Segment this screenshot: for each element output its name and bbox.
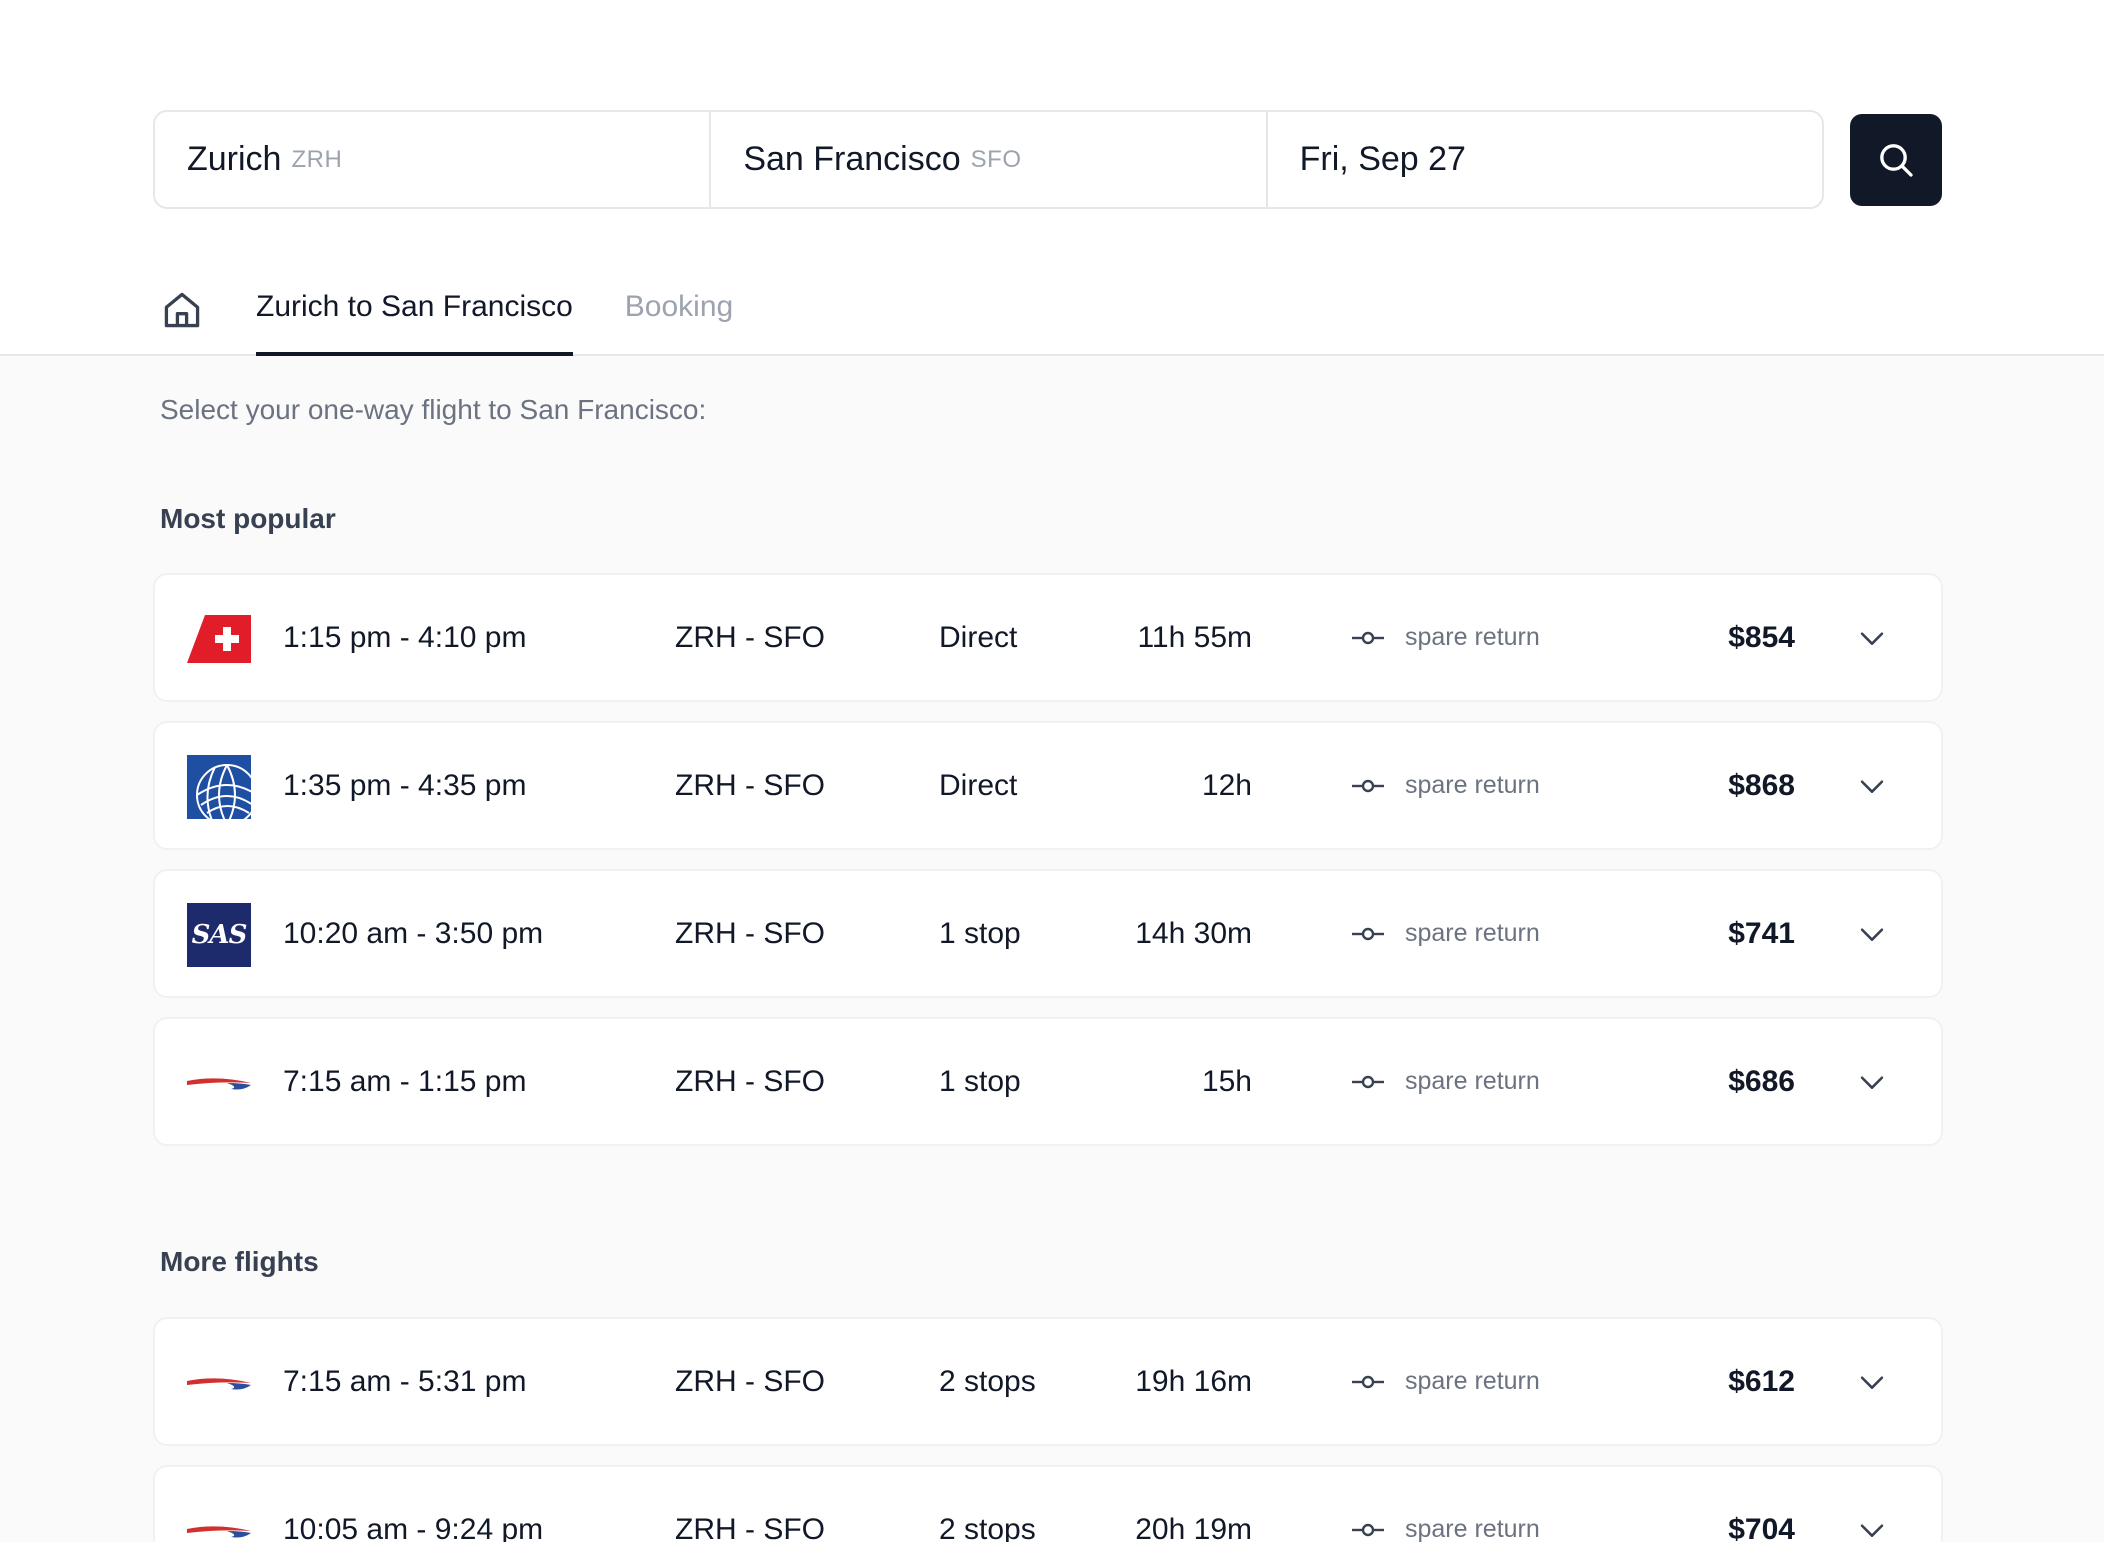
flight-row[interactable]: SAS 10:20 am - 3:50 pm ZRH - SFO 1 stop …	[153, 869, 1943, 998]
destination-code: SFO	[970, 145, 1022, 173]
date-value: Fri, Sep 27	[1299, 140, 1466, 178]
flight-row[interactable]: 1:15 pm - 4:10 pm ZRH - SFO Direct 11h 5…	[153, 573, 1943, 702]
swiss-logo-icon	[187, 607, 251, 671]
commit-icon	[1352, 1375, 1384, 1388]
spare-return: spare return	[1351, 1319, 1540, 1444]
flight-row[interactable]: 7:15 am - 1:15 pm ZRH - SFO 1 stop 15h s…	[153, 1017, 1943, 1146]
commit-icon	[1352, 1523, 1384, 1536]
flight-price: $854	[1728, 621, 1795, 654]
flight-time: 10:05 am - 9:24 pm	[283, 1513, 544, 1542]
flight-duration: 11h 55m	[1137, 621, 1252, 654]
commit-icon	[1352, 1075, 1384, 1088]
flight-duration: 19h 16m	[1135, 1365, 1252, 1398]
flight-time: 1:35 pm - 4:35 pm	[283, 769, 527, 802]
flight-duration: 20h 19m	[1135, 1513, 1252, 1542]
chevron-down-icon[interactable]	[1855, 1513, 1889, 1542]
origin-field[interactable]: Zurich ZRH	[155, 112, 712, 207]
flight-stops: Direct	[939, 769, 1018, 802]
commit-icon	[1352, 631, 1384, 644]
flight-stops: 2 stops	[939, 1365, 1036, 1398]
spare-return-label: spare return	[1405, 1515, 1540, 1542]
spare-return-label: spare return	[1405, 623, 1540, 651]
flight-route: ZRH - SFO	[675, 1065, 825, 1098]
breadcrumb-tabs: Zurich to San Francisco Booking	[160, 280, 785, 356]
search-icon	[1880, 144, 1913, 177]
spare-return: spare return	[1351, 1467, 1540, 1542]
flight-route: ZRH - SFO	[675, 769, 825, 802]
flight-stops: 2 stops	[939, 1513, 1036, 1542]
commit-icon	[1352, 779, 1384, 792]
origin-city: Zurich	[187, 140, 282, 178]
spare-return: spare return	[1351, 575, 1540, 700]
flight-price: $704	[1728, 1513, 1795, 1542]
flight-row[interactable]: 10:05 am - 9:24 pm ZRH - SFO 2 stops 20h…	[153, 1465, 1943, 1542]
header-area: Zurich ZRH San Francisco SFO Fri, Sep 27…	[0, 0, 2104, 356]
british-airways-logo-icon	[187, 1051, 251, 1115]
spare-return-label: spare return	[1405, 771, 1540, 799]
flight-route: ZRH - SFO	[675, 1365, 825, 1398]
chevron-down-icon[interactable]	[1855, 1065, 1889, 1099]
chevron-down-icon[interactable]	[1855, 917, 1889, 951]
flight-route: ZRH - SFO	[675, 621, 825, 654]
spare-return-label: spare return	[1405, 1067, 1540, 1095]
spare-return-label: spare return	[1405, 1367, 1540, 1395]
destination-city: San Francisco	[743, 140, 961, 178]
flight-price: $741	[1728, 917, 1795, 950]
flight-time: 10:20 am - 3:50 pm	[283, 917, 544, 950]
flight-stops: Direct	[939, 621, 1018, 654]
flight-route: ZRH - SFO	[675, 917, 825, 950]
tab-booking[interactable]: Booking	[625, 280, 733, 356]
home-icon[interactable]	[160, 288, 204, 332]
flight-duration: 15h	[1201, 1065, 1252, 1098]
chevron-down-icon[interactable]	[1855, 1365, 1889, 1399]
chevron-down-icon[interactable]	[1855, 621, 1889, 655]
flight-time: 7:15 am - 1:15 pm	[283, 1065, 527, 1098]
flight-row[interactable]: 7:15 am - 5:31 pm ZRH - SFO 2 stops 19h …	[153, 1317, 1943, 1446]
spare-return: spare return	[1351, 871, 1540, 996]
flight-stops: 1 stop	[939, 1065, 1021, 1098]
chevron-down-icon[interactable]	[1855, 769, 1889, 803]
commit-icon	[1352, 927, 1384, 940]
origin-code: ZRH	[291, 145, 343, 173]
british-airways-logo-icon	[187, 1499, 251, 1542]
section-title-more: More flights	[160, 1246, 319, 1277]
flight-price: $612	[1728, 1365, 1795, 1398]
flight-route: ZRH - SFO	[675, 1513, 825, 1542]
flight-duration: 12h	[1201, 769, 1252, 802]
destination-field[interactable]: San Francisco SFO	[711, 112, 1268, 207]
flight-time: 1:15 pm - 4:10 pm	[283, 621, 527, 654]
tab-route[interactable]: Zurich to San Francisco	[256, 280, 573, 356]
flight-duration: 14h 30m	[1135, 917, 1252, 950]
flight-stops: 1 stop	[939, 917, 1021, 950]
spare-return: spare return	[1351, 723, 1540, 848]
flight-price: $868	[1728, 769, 1795, 802]
sas-logo-text: SAS	[191, 920, 248, 950]
flight-price: $686	[1728, 1065, 1795, 1098]
flight-time: 7:15 am - 5:31 pm	[283, 1365, 527, 1398]
british-airways-logo-icon	[187, 1351, 251, 1415]
spare-return-label: spare return	[1405, 919, 1540, 947]
united-logo-icon	[187, 755, 251, 819]
date-field[interactable]: Fri, Sep 27	[1268, 112, 1822, 207]
search-bar: Zurich ZRH San Francisco SFO Fri, Sep 27	[153, 110, 1824, 209]
search-button[interactable]	[1850, 114, 1942, 206]
page-subtitle: Select your one-way flight to San Franci…	[160, 394, 707, 425]
flight-row[interactable]: 1:35 pm - 4:35 pm ZRH - SFO Direct 12h s…	[153, 721, 1943, 850]
sas-logo-icon: SAS	[187, 903, 251, 967]
spare-return: spare return	[1351, 1019, 1540, 1144]
section-title-popular: Most popular	[160, 503, 336, 534]
